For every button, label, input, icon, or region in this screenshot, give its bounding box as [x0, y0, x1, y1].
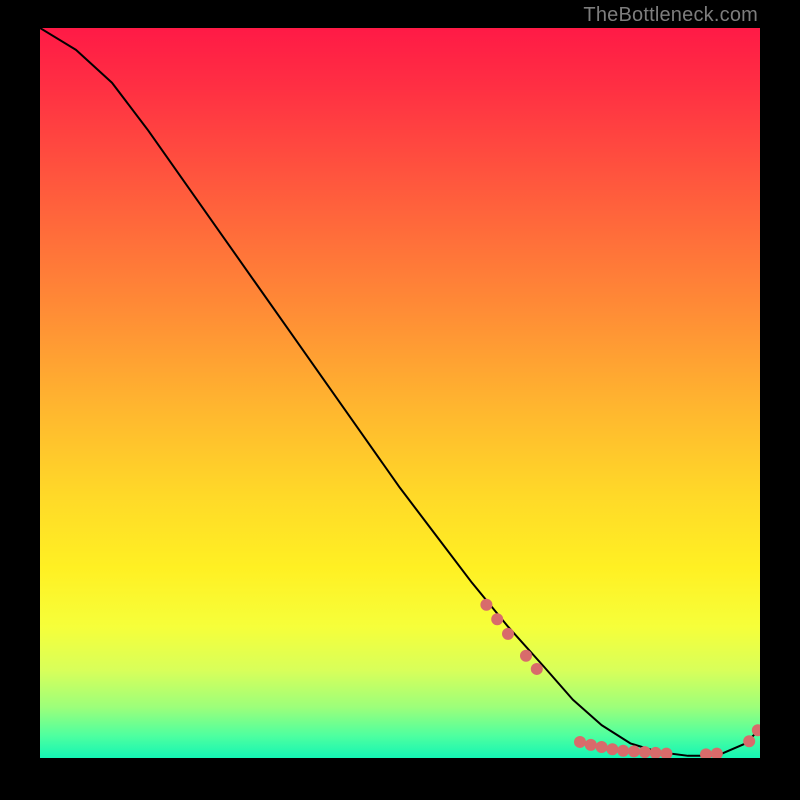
- data-marker: [743, 735, 755, 747]
- data-marker: [628, 745, 640, 757]
- data-marker: [480, 599, 492, 611]
- data-marker: [585, 739, 597, 751]
- chart-stage: TheBottleneck.com: [0, 0, 800, 800]
- plot-area: [40, 28, 760, 758]
- data-marker: [639, 746, 651, 758]
- data-marker: [502, 628, 514, 640]
- data-marker: [520, 650, 532, 662]
- data-marker: [617, 745, 629, 757]
- curve-path: [40, 28, 760, 756]
- data-marker: [491, 613, 503, 625]
- data-marker: [531, 663, 543, 675]
- line-layer: [40, 28, 760, 756]
- data-marker: [660, 748, 672, 758]
- data-marker: [700, 748, 712, 758]
- data-marker: [596, 741, 608, 753]
- data-marker: [650, 747, 662, 758]
- marker-layer: [480, 599, 760, 758]
- data-marker: [606, 743, 618, 755]
- watermark-text: TheBottleneck.com: [583, 4, 758, 27]
- data-marker: [711, 748, 723, 758]
- chart-svg: [40, 28, 760, 758]
- data-marker: [574, 736, 586, 748]
